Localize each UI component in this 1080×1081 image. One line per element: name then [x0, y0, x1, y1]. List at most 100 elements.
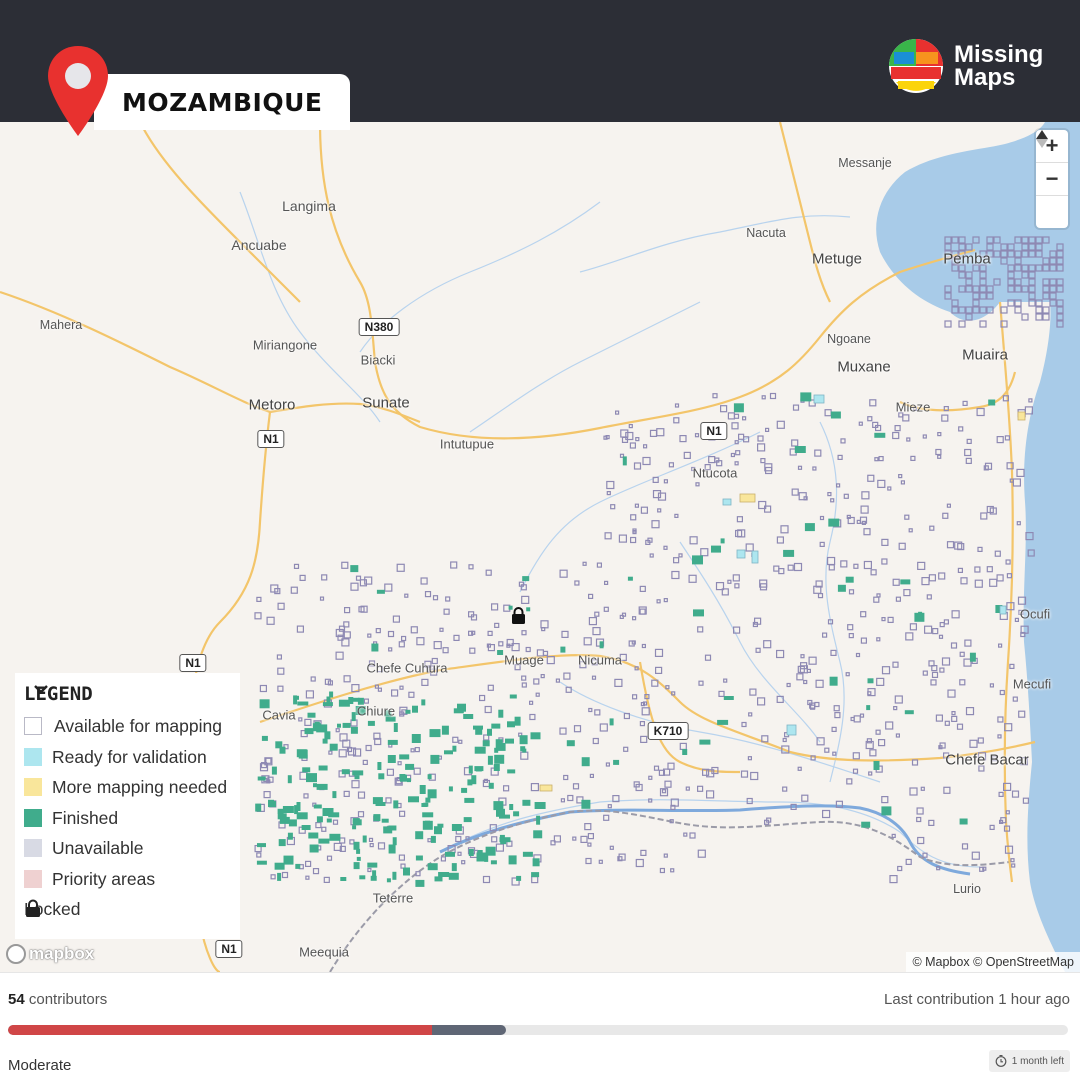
task-square[interactable]	[734, 583, 740, 589]
task-square[interactable]	[594, 709, 601, 716]
task-square[interactable]	[387, 630, 395, 638]
task-square[interactable]	[965, 706, 975, 716]
task-square[interactable]	[958, 320, 966, 328]
finished-task[interactable]	[873, 761, 880, 770]
map-view[interactable]: Langima Ancuabe Mahera Miriangone Biacki…	[0, 122, 1080, 972]
finished-task[interactable]	[400, 774, 407, 782]
task-square[interactable]	[310, 676, 316, 682]
finished-task[interactable]	[425, 797, 431, 803]
finished-task[interactable]	[482, 740, 490, 747]
task-square[interactable]	[349, 839, 355, 845]
task-square[interactable]	[909, 787, 918, 796]
task-square[interactable]	[453, 634, 460, 642]
ready-task[interactable]	[736, 549, 746, 559]
task-square[interactable]	[814, 449, 822, 457]
task-square[interactable]	[723, 678, 728, 683]
task-square[interactable]	[582, 561, 587, 566]
finished-task[interactable]	[627, 576, 633, 581]
task-square[interactable]	[741, 416, 747, 421]
finished-task[interactable]	[531, 872, 540, 878]
task-square[interactable]	[935, 714, 944, 722]
task-square[interactable]	[521, 682, 527, 688]
task-square[interactable]	[559, 569, 568, 578]
task-square[interactable]	[979, 320, 987, 328]
finished-task[interactable]	[427, 774, 432, 780]
task-square[interactable]	[920, 786, 925, 791]
finished-task[interactable]	[359, 875, 366, 880]
task-square[interactable]	[835, 483, 841, 488]
finished-task[interactable]	[407, 778, 411, 783]
task-square[interactable]	[944, 320, 952, 328]
task-square[interactable]	[994, 550, 1001, 557]
task-square[interactable]	[748, 712, 753, 717]
task-square[interactable]	[521, 595, 530, 604]
task-square[interactable]	[957, 567, 964, 573]
task-square[interactable]	[303, 793, 309, 799]
finished-task[interactable]	[699, 739, 711, 745]
task-square[interactable]	[592, 737, 599, 745]
task-square[interactable]	[266, 616, 275, 625]
task-square[interactable]	[892, 578, 900, 586]
task-square[interactable]	[485, 569, 492, 576]
task-square[interactable]	[341, 561, 349, 569]
finished-task[interactable]	[837, 584, 846, 592]
task-square[interactable]	[679, 435, 687, 443]
task-square[interactable]	[614, 678, 623, 688]
finished-task[interactable]	[692, 555, 703, 565]
task-square[interactable]	[256, 596, 262, 602]
task-square[interactable]	[609, 845, 614, 850]
task-square[interactable]	[529, 713, 536, 721]
task-square[interactable]	[792, 404, 800, 411]
task-square[interactable]	[881, 558, 888, 565]
task-square[interactable]	[892, 661, 899, 668]
finished-task[interactable]	[522, 799, 531, 806]
finished-task[interactable]	[318, 838, 330, 844]
task-square[interactable]	[1012, 478, 1022, 487]
task-square[interactable]	[445, 596, 451, 602]
task-square[interactable]	[719, 405, 728, 413]
task-square[interactable]	[824, 409, 832, 417]
task-square[interactable]	[587, 593, 594, 599]
task-square[interactable]	[641, 707, 650, 716]
task-square[interactable]	[596, 562, 603, 568]
finished-task[interactable]	[867, 678, 874, 684]
task-square[interactable]	[821, 632, 828, 638]
task-square[interactable]	[661, 789, 667, 794]
task-square[interactable]	[631, 616, 637, 621]
task-square[interactable]	[1042, 313, 1050, 321]
task-square[interactable]	[391, 689, 399, 697]
task-square[interactable]	[938, 634, 944, 639]
finished-task[interactable]	[381, 818, 389, 823]
task-square[interactable]	[860, 611, 867, 618]
finished-task[interactable]	[830, 411, 841, 419]
task-square[interactable]	[763, 640, 772, 649]
task-square[interactable]	[1005, 810, 1010, 815]
task-square[interactable]	[887, 616, 894, 623]
task-square[interactable]	[572, 783, 580, 790]
task-square[interactable]	[905, 858, 912, 866]
finished-task[interactable]	[353, 841, 360, 850]
task-square[interactable]	[895, 596, 902, 602]
task-square[interactable]	[588, 617, 598, 626]
task-square[interactable]	[876, 677, 885, 687]
task-square[interactable]	[997, 734, 1002, 739]
task-square[interactable]	[885, 721, 894, 730]
task-square[interactable]	[350, 582, 359, 591]
task-square[interactable]	[732, 574, 740, 582]
task-square[interactable]	[368, 837, 374, 843]
task-square[interactable]	[640, 506, 649, 514]
task-square[interactable]	[897, 865, 903, 872]
task-square[interactable]	[727, 412, 736, 420]
finished-task[interactable]	[313, 783, 317, 788]
task-square[interactable]	[843, 493, 849, 499]
task-square[interactable]	[891, 833, 896, 839]
finished-task[interactable]	[560, 646, 566, 653]
finished-task[interactable]	[316, 783, 328, 790]
task-square[interactable]	[535, 692, 540, 697]
task-square[interactable]	[603, 580, 609, 585]
finished-task[interactable]	[393, 800, 399, 809]
task-square[interactable]	[541, 627, 546, 632]
task-square[interactable]	[663, 479, 669, 484]
task-square[interactable]	[750, 771, 759, 781]
task-square[interactable]	[599, 723, 608, 732]
